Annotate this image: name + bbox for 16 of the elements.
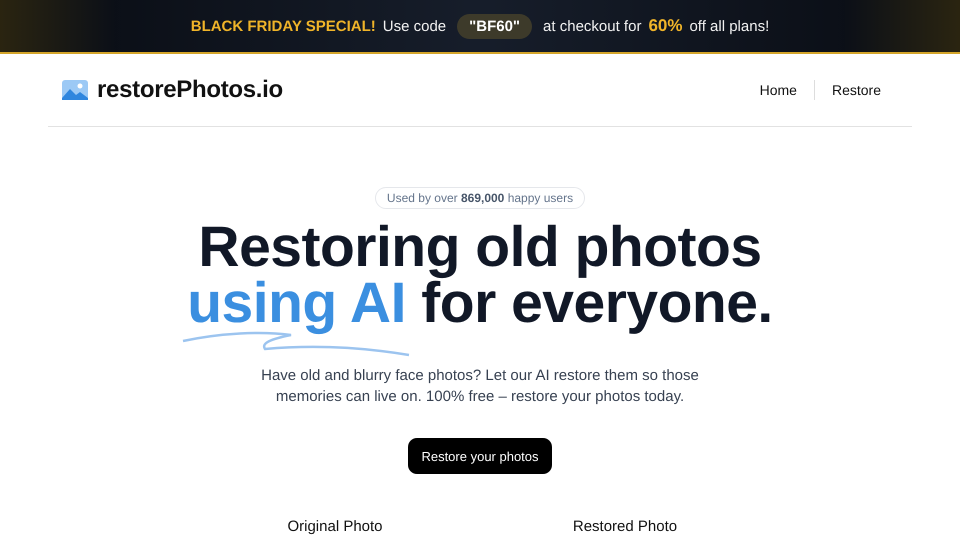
banner-text: BLACK FRIDAY SPECIAL! xyxy=(190,18,376,34)
nav-link[interactable]: Restore xyxy=(814,80,898,100)
banner-text: off all plans! xyxy=(689,18,770,34)
logo-text[interactable]: restorePhotos.io xyxy=(97,76,283,104)
description: Have old and blurry face photos? Let our AI restore them so those memories can live on. 100% free – restore your photos today. xyxy=(260,366,700,407)
headline-highlight: using AI xyxy=(187,271,406,335)
users-badge: Used by over 869,000 happy users xyxy=(374,187,586,209)
photo-label: Original Photo xyxy=(286,518,384,535)
banner-text: Use code xyxy=(382,18,446,34)
banner-text: 60% xyxy=(648,16,682,36)
banner-text: at checkout for xyxy=(543,18,642,34)
photo-label: Restored Photo xyxy=(572,518,678,535)
nav-link[interactable]: Home xyxy=(742,80,814,100)
restore-button[interactable]: Restore your photos xyxy=(408,438,552,474)
image-icon xyxy=(62,80,88,100)
promo-code: "BF60" xyxy=(457,14,532,38)
